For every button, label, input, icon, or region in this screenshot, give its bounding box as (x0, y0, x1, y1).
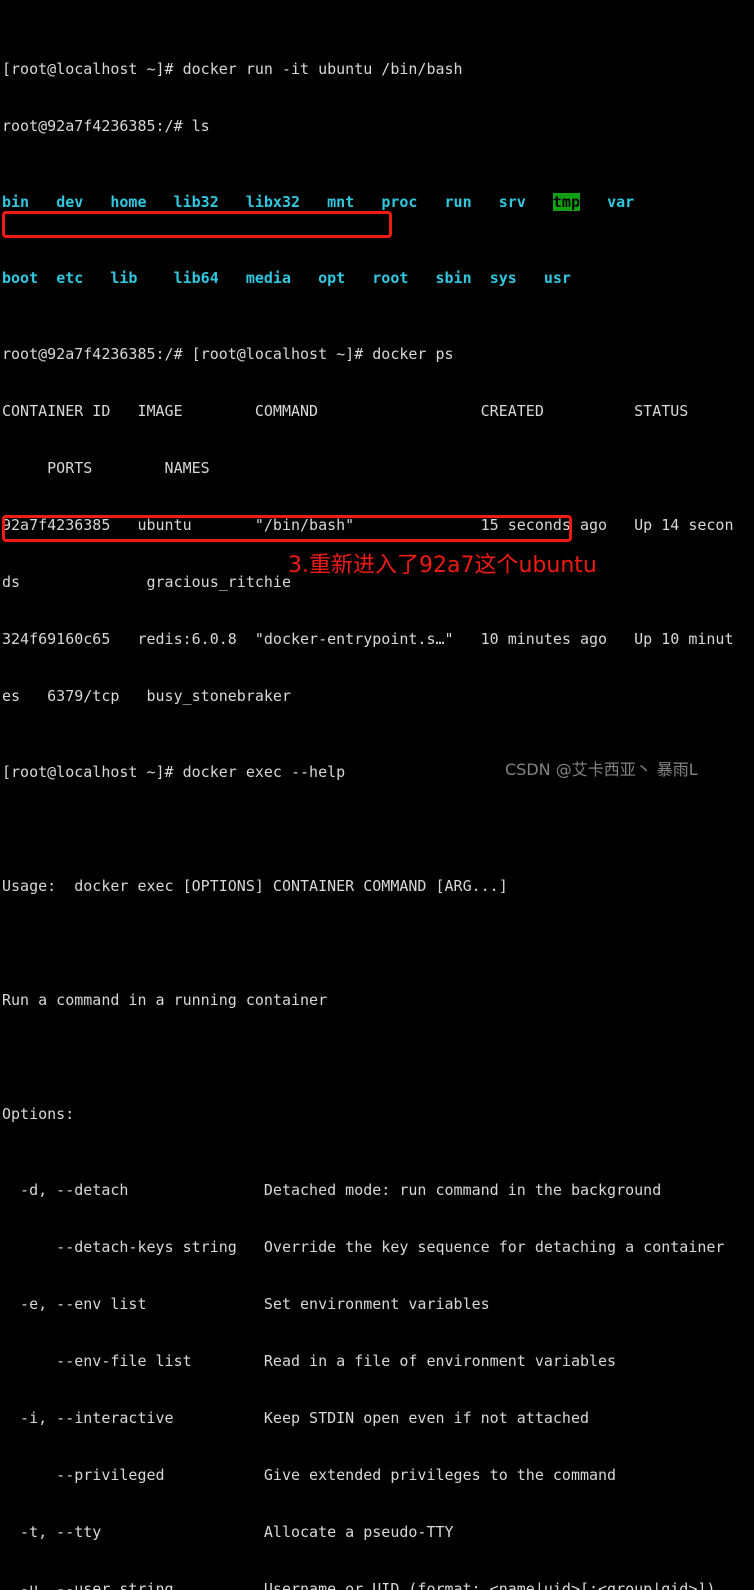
help-option-detach-keys: --detach-keys string Override the key se… (2, 1238, 725, 1256)
help-option-env: -e, --env list Set environment variables (2, 1295, 490, 1313)
help-option-user: -u, --user string Username or UID (forma… (2, 1580, 716, 1590)
help-description-line: Run a command in a running container (2, 991, 328, 1009)
terminal-line-ls-output-row1: bin dev home lib32 libx32 mnt proc run s… (2, 193, 754, 212)
help-option-tty: -t, --tty Allocate a pseudo-TTY (2, 1523, 454, 1541)
docker-ps-row-redis-wrap: es 6379/tcp busy_stonebraker (2, 687, 291, 705)
ls-entry-run: run (444, 193, 472, 211)
terminal-window[interactable]: [root@localhost ~]# docker run -it ubunt… (0, 0, 754, 1590)
csdn-watermark: CSDN @艾卡西亚丶 暴雨L (505, 760, 698, 779)
ls-entry-sys: sys (489, 269, 517, 287)
help-option-privileged: --privileged Give extended privileges to… (2, 1466, 617, 1484)
terminal-line-docker-run: [root@localhost ~]# docker run -it ubunt… (2, 60, 463, 78)
help-options-heading: Options: (2, 1105, 75, 1123)
docker-ps-row-ubuntu: 92a7f4236385 ubuntu "/bin/bash" 15 secon… (2, 516, 734, 534)
terminal-blank-line-2 (2, 934, 754, 953)
help-usage-line: Usage: docker exec [OPTIONS] CONTAINER C… (2, 877, 508, 895)
annotation-note-text: 3.重新进入了92a7这个ubuntu (288, 553, 597, 578)
terminal-line-docker-ps-command: root@92a7f4236385:/# [root@localhost ~]#… (2, 345, 454, 363)
terminal-line-ls-output-row2: boot etc lib lib64 media opt root sbin s… (2, 269, 754, 288)
ls-entry-usr: usr (543, 269, 571, 287)
terminal-blank-line-3 (2, 1048, 754, 1067)
ls-entry-media: media (245, 269, 291, 287)
ls-entry-etc: etc (56, 269, 84, 287)
ls-entry-boot: boot (2, 269, 39, 287)
terminal-blank-line-1 (2, 820, 754, 839)
ls-entry-root: root (372, 269, 409, 287)
docker-ps-header-row-wrap: PORTS NAMES (2, 459, 210, 477)
help-option-detach: -d, --detach Detached mode: run command … (2, 1181, 662, 1199)
ls-entry-mnt: mnt (327, 193, 355, 211)
ls-entry-lib: lib (110, 269, 138, 287)
help-option-env-file: --env-file list Read in a file of enviro… (2, 1352, 617, 1370)
help-option-interactive: -i, --interactive Keep STDIN open even i… (2, 1409, 589, 1427)
ls-entry-srv: srv (498, 193, 526, 211)
ls-entry-proc: proc (381, 193, 418, 211)
ls-entry-lib64: lib64 (173, 269, 219, 287)
terminal-line-ls-command: root@92a7f4236385:/# ls (2, 117, 210, 135)
ls-entry-sbin: sbin (435, 269, 472, 287)
ls-entry-libx32: libx32 (245, 193, 301, 211)
ls-entry-home: home (110, 193, 147, 211)
ls-entry-lib32: lib32 (173, 193, 219, 211)
docker-ps-header-row: CONTAINER ID IMAGE COMMAND CREATED STATU… (2, 402, 689, 420)
ls-entry-bin: bin (2, 193, 30, 211)
ls-entry-opt: opt (318, 269, 346, 287)
ls-entry-dev: dev (56, 193, 84, 211)
docker-ps-row-redis: 324f69160c65 redis:6.0.8 "docker-entrypo… (2, 630, 734, 648)
ls-entry-tmp: tmp (552, 193, 580, 211)
ls-entry-var: var (607, 193, 635, 211)
